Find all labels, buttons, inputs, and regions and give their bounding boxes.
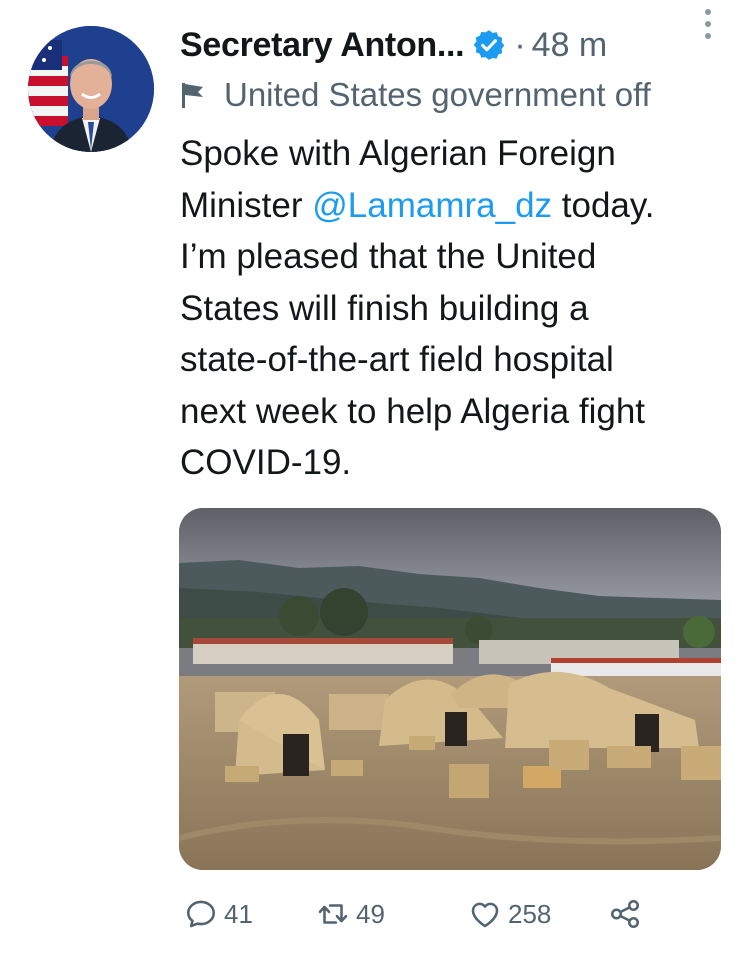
action-bar: 41 49 258 [184,892,654,936]
tweet-text-part-2: today. I’m pleased that the United State… [180,185,655,483]
verified-badge-icon [474,30,505,60]
tweet-text: Spoke with Algerian Foreign Minister @La… [180,128,740,489]
reply-icon [186,900,216,928]
share-button[interactable] [608,892,642,936]
tweet-header: Secretary Anton... · 48 m [180,20,749,70]
more-options-icon[interactable] [703,6,713,42]
retweet-icon [318,904,348,924]
timestamp[interactable]: 48 m [532,26,608,65]
label-text: United States government off [224,76,651,113]
mention-link[interactable]: @Lamamra_dz [312,186,552,225]
like-count: 258 [508,898,552,929]
share-icon [610,899,640,929]
separator-dot: · [514,25,526,64]
retweet-count: 49 [356,898,385,929]
reply-button[interactable]: 41 [184,892,253,936]
government-label[interactable]: United States government off [180,72,749,118]
avatar[interactable] [28,26,154,152]
flag-icon [182,83,203,108]
like-button[interactable]: 258 [468,892,551,936]
reply-count: 41 [224,898,253,929]
tweet-image[interactable] [179,508,721,870]
avatar-photo [28,26,154,152]
author-name[interactable]: Secretary Anton... [180,26,465,65]
field-hospital-photo [179,508,721,870]
tweet[interactable]: Secretary Anton... · 48 m United States … [0,0,749,960]
like-icon [471,902,499,928]
retweet-button[interactable]: 49 [316,892,385,936]
